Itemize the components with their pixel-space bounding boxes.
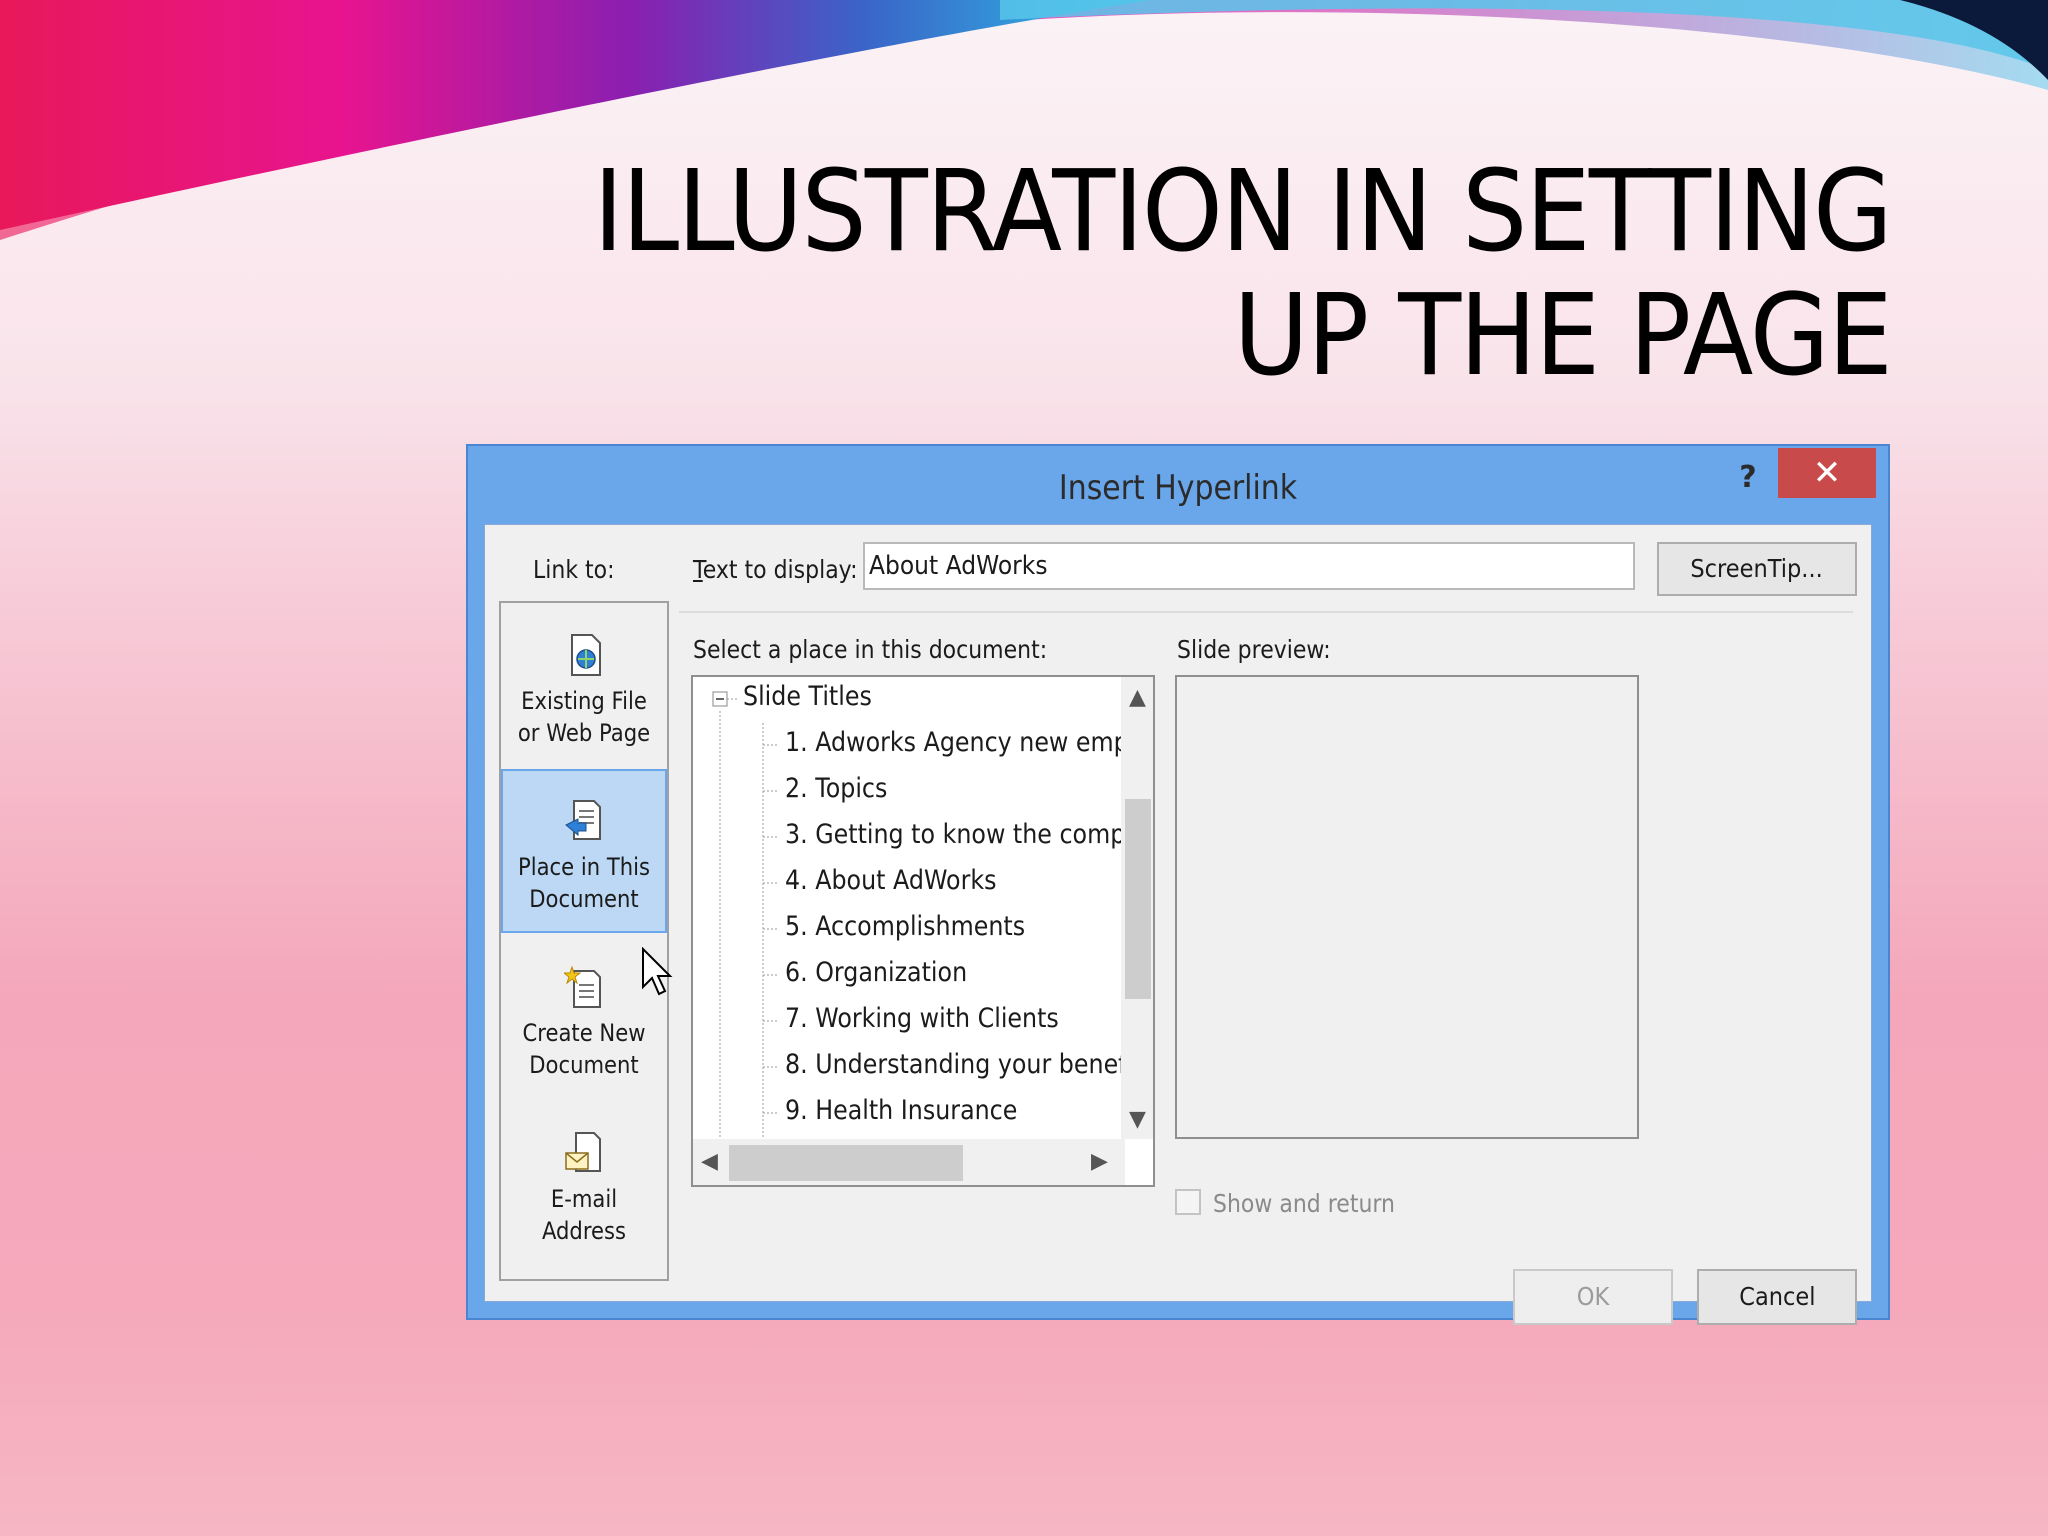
title-line-2: UP THE PAGE bbox=[1233, 271, 1892, 401]
show-and-return-label: Show and return bbox=[1213, 1189, 1396, 1218]
link-place-line1: Place in This bbox=[518, 853, 650, 881]
tree-root[interactable]: Slide Titles bbox=[743, 681, 889, 721]
link-existing-line1: Existing File bbox=[521, 687, 647, 715]
text-to-display-label: Text to display: bbox=[693, 555, 858, 584]
tree-item[interactable]: 7. Working with Clients bbox=[785, 1003, 1096, 1043]
scroll-right-icon[interactable]: ▶ bbox=[1091, 1149, 1108, 1174]
link-place-line2: Document bbox=[529, 885, 639, 913]
show-and-return-checkbox[interactable] bbox=[1175, 1189, 1201, 1215]
link-create-line1: Create New bbox=[522, 1019, 646, 1047]
dialog-title: Insert Hyperlink bbox=[1058, 468, 1298, 508]
scroll-down-icon[interactable]: ▼ bbox=[1129, 1107, 1146, 1132]
tree-item[interactable]: 4. About AdWorks bbox=[785, 865, 1025, 905]
create-new-document-icon bbox=[564, 965, 601, 1008]
tree-item[interactable]: 9. Health Insurance bbox=[785, 1095, 1049, 1135]
slide-preview-box bbox=[1175, 675, 1639, 1139]
link-place-in-document[interactable]: Place in This Document bbox=[501, 769, 667, 933]
link-email-line2: Address bbox=[541, 1217, 627, 1245]
tree-item[interactable]: 1. Adworks Agency new emp bbox=[785, 727, 1153, 767]
link-existing-line2: or Web Page bbox=[517, 719, 651, 747]
tree-lines bbox=[712, 691, 777, 1137]
screentip-button[interactable]: ScreenTip... bbox=[1657, 542, 1857, 596]
select-place-label: Select a place in this document: bbox=[693, 635, 1048, 664]
text-to-display-input[interactable]: About AdWorks bbox=[863, 542, 1635, 590]
scroll-left-icon[interactable]: ◀ bbox=[701, 1149, 718, 1174]
slide-preview-label: Slide preview: bbox=[1177, 635, 1331, 664]
link-to-panel: Existing File or Web Page Place in This Do… bbox=[499, 601, 669, 1281]
dialog-client-area: Link to: Existing File or Web Page Place … bbox=[484, 524, 1872, 1325]
ok-button[interactable]: OK bbox=[1513, 1269, 1673, 1325]
link-create-line2: Document bbox=[529, 1051, 639, 1079]
insert-hyperlink-dialog: Insert Hyperlink ? ✕ Link to: Existing F… bbox=[466, 444, 1890, 1325]
dialog-titlebar[interactable]: Insert Hyperlink ? ✕ bbox=[468, 446, 1888, 524]
existing-file-icon bbox=[571, 634, 601, 676]
link-existing-file[interactable]: Existing File or Web Page bbox=[501, 605, 667, 769]
slide-title: ILLUSTRATION IN SETTING UP THE PAGE bbox=[511, 147, 1893, 401]
mouse-cursor-icon bbox=[642, 947, 673, 996]
scroll-up-icon[interactable]: ▲ bbox=[1129, 685, 1146, 710]
tree-item[interactable]: 8. Understanding your benef bbox=[785, 1049, 1153, 1089]
title-line-1: ILLUSTRATION IN SETTING bbox=[593, 147, 1893, 277]
document-tree[interactable]: Slide Titles 1. Adworks Agency new emp 2… bbox=[691, 675, 1155, 1187]
vertical-scrollbar[interactable]: ▲ ▼ bbox=[1121, 677, 1153, 1139]
link-email-address[interactable]: E-mail Address bbox=[501, 1103, 667, 1267]
email-icon bbox=[565, 1132, 601, 1172]
vertical-scroll-thumb[interactable] bbox=[1125, 799, 1151, 999]
horizontal-scroll-thumb[interactable] bbox=[729, 1145, 963, 1181]
link-to-label: Link to: bbox=[533, 555, 615, 584]
place-in-document-icon bbox=[565, 800, 601, 840]
divider bbox=[679, 611, 1853, 613]
tree-item[interactable]: 6. Organization bbox=[785, 957, 992, 997]
tree-item[interactable]: 2. Topics bbox=[785, 773, 901, 813]
cancel-button[interactable]: Cancel bbox=[1697, 1269, 1857, 1325]
link-email-line1: E-mail bbox=[550, 1185, 618, 1213]
horizontal-scrollbar[interactable]: ◀ ▶ bbox=[693, 1139, 1125, 1185]
tree-item[interactable]: 3. Getting to know the comp bbox=[785, 819, 1153, 859]
help-button[interactable]: ? bbox=[1728, 456, 1768, 500]
close-button[interactable]: ✕ bbox=[1778, 448, 1876, 498]
tree-item[interactable]: 5. Accomplishments bbox=[785, 911, 1058, 951]
